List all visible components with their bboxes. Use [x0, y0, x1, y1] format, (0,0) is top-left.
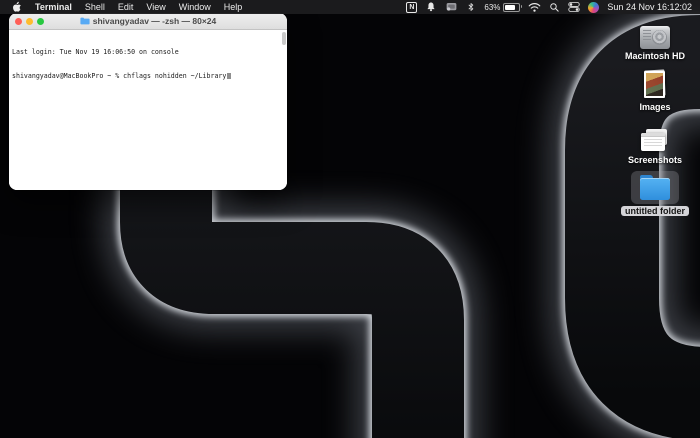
icon-label: Images [639, 102, 671, 112]
folder-icon [80, 17, 90, 25]
selection-highlight [631, 171, 679, 204]
photo-stack-icon [642, 69, 668, 100]
siri-icon[interactable] [588, 1, 600, 13]
spotlight-search-icon[interactable] [549, 1, 560, 13]
icon-label: Macintosh HD [624, 51, 685, 61]
apple-menu-icon[interactable] [11, 1, 22, 13]
bluetooth-icon[interactable] [466, 1, 476, 13]
control-center-icon[interactable] [568, 1, 581, 13]
scrollbar-thumb[interactable] [282, 32, 286, 45]
terminal-line-last-login: Last login: Tue Nov 19 16:06:50 on conso… [12, 48, 179, 56]
desktop-icon-images[interactable]: Images [613, 69, 697, 112]
icon-label[interactable]: untitled folder [621, 206, 689, 216]
terminal-output[interactable]: Last login: Tue Nov 19 16:06:50 on conso… [9, 30, 287, 190]
battery-indicator[interactable]: 63% [484, 2, 523, 12]
notion-status-icon[interactable]: N [406, 1, 418, 13]
menu-bar-clock[interactable]: Sun 24 Nov 16:12:02 [607, 2, 692, 12]
menu-help[interactable]: Help [224, 2, 243, 12]
menu-window[interactable]: Window [179, 2, 211, 12]
terminal-cursor [226, 72, 231, 79]
menu-terminal[interactable]: Terminal [35, 2, 72, 12]
terminal-line-prompt: shivangyadav@MacBookPro ~ % chflags nohi… [12, 72, 284, 80]
battery-percent: 63% [484, 2, 501, 12]
battery-icon [503, 2, 523, 12]
terminal-titlebar[interactable]: shivangyadav — -zsh — 80×24 [9, 13, 287, 30]
desktop-icon-screenshots[interactable]: Screenshots [613, 129, 697, 165]
icon-label: Screenshots [627, 155, 683, 165]
folder-icon [639, 175, 671, 200]
screenshot-stack-icon [640, 129, 670, 153]
desktop-icon-untitled-folder[interactable]: untitled folder [613, 171, 697, 216]
wifi-icon[interactable] [528, 1, 541, 13]
terminal-window[interactable]: shivangyadav — -zsh — 80×24 Last login: … [9, 13, 287, 190]
menu-view[interactable]: View [146, 2, 165, 12]
menu-shell[interactable]: Shell [85, 2, 105, 12]
display-status-icon[interactable] [445, 1, 458, 13]
desktop-icon-macintosh-hd[interactable]: Macintosh HD [613, 26, 697, 61]
window-title: shivangyadav — -zsh — 80×24 [92, 16, 217, 26]
hard-drive-icon [640, 26, 670, 49]
menu-bar: Terminal Shell Edit View Window Help N 6… [0, 0, 700, 14]
notification-bell-icon[interactable] [425, 1, 437, 13]
menu-edit[interactable]: Edit [118, 2, 134, 12]
